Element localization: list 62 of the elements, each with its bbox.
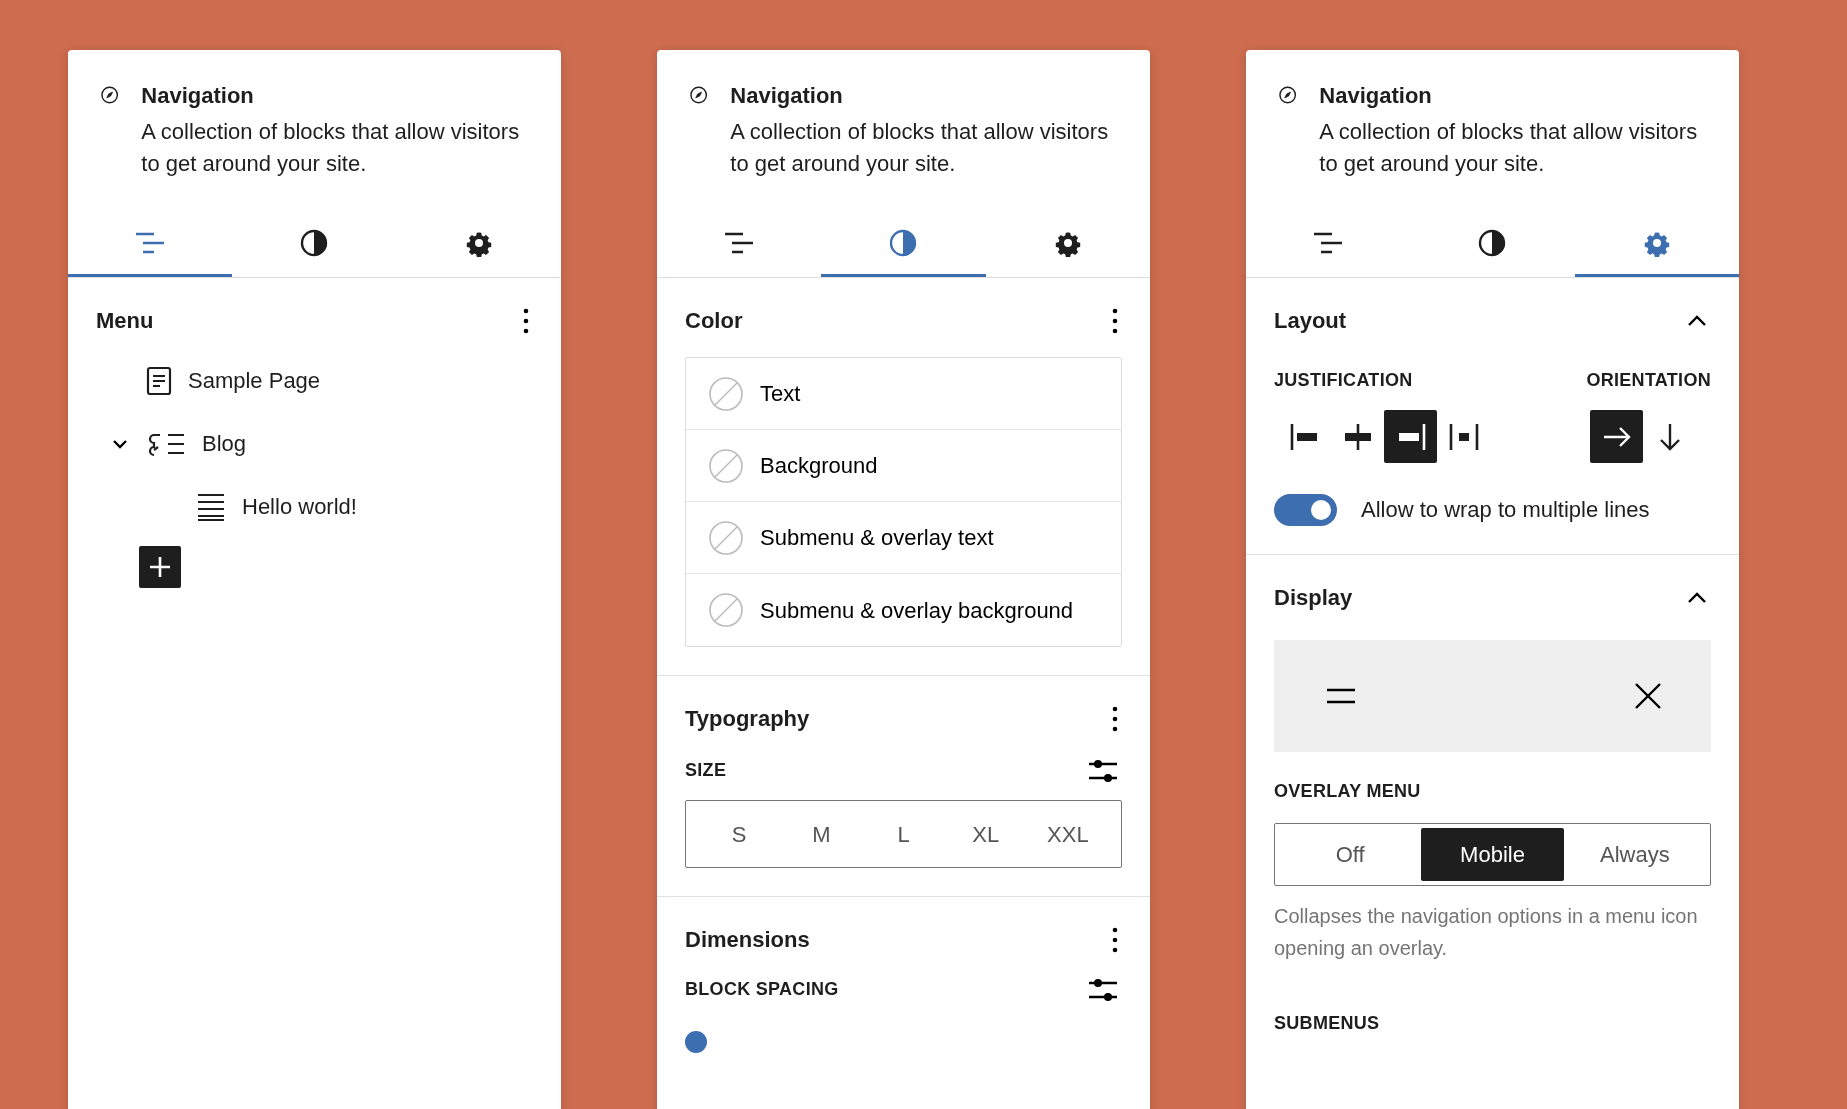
section-title: Color: [685, 307, 743, 335]
toggle-switch[interactable]: [1274, 493, 1337, 526]
field-label: BLOCK SPACING: [685, 978, 839, 1001]
plus-icon: [148, 555, 172, 579]
close-icon: [1634, 682, 1662, 710]
field-label: SIZE: [685, 759, 727, 782]
size-option[interactable]: L: [862, 801, 945, 867]
more-options-icon: [1112, 306, 1118, 335]
segment-option[interactable]: Always: [1563, 828, 1706, 881]
orientation-button[interactable]: [1590, 410, 1644, 463]
no-color-swatch-icon: [708, 375, 744, 412]
sliders-icon: [1088, 976, 1118, 1003]
block-description: A collection of blocks that allow visitors to get around your site.: [141, 118, 521, 178]
more-options-icon: [1112, 925, 1118, 954]
sliders-icon: [1088, 757, 1118, 784]
section-title: Typography: [685, 705, 810, 733]
block-title: Navigation: [1319, 82, 1433, 110]
justification-button[interactable]: [1384, 410, 1437, 463]
color-option[interactable]: Submenu & overlay text: [686, 502, 1121, 574]
more-options-icon: [1112, 704, 1118, 733]
size-option[interactable]: XL: [944, 801, 1027, 867]
block-description: A collection of blocks that allow visitors to get around your site.: [1319, 118, 1699, 178]
chevron-up-icon: [1687, 314, 1707, 327]
chevron-up-icon: [1687, 591, 1707, 604]
section-title: Layout: [1274, 307, 1347, 335]
block-title: Navigation: [141, 82, 255, 110]
field-label: SUBMENUS: [1274, 1012, 1381, 1035]
chevron-down-icon: [112, 438, 128, 449]
segment-option[interactable]: Off: [1279, 828, 1422, 881]
more-options-icon: [523, 306, 529, 335]
section-title: Menu: [96, 307, 154, 335]
menu-item-label[interactable]: Blog: [202, 427, 247, 460]
justify-space-between-icon: [1447, 421, 1480, 452]
add-block-button[interactable]: [139, 546, 181, 588]
menu-item-label[interactable]: Sample Page: [188, 364, 321, 397]
field-label: JUSTIFICATION: [1274, 369, 1414, 392]
menu-icon: [1326, 687, 1356, 705]
no-color-swatch-icon: [708, 519, 744, 556]
half-circle-icon: [1477, 228, 1508, 258]
size-option[interactable]: S: [698, 801, 781, 867]
half-circle-icon: [299, 228, 330, 258]
size-option[interactable]: XXL: [1026, 801, 1109, 867]
segment-option[interactable]: Mobile: [1421, 828, 1564, 881]
color-option[interactable]: Text: [686, 358, 1121, 430]
section-title: Display: [1274, 584, 1353, 612]
field-label: ORIENTATION: [1586, 369, 1711, 392]
slider-handle[interactable]: [685, 1031, 707, 1053]
section-title: Dimensions: [685, 926, 810, 954]
page-icon: [146, 365, 172, 396]
no-color-swatch-icon: [708, 447, 744, 484]
field-label: OVERLAY MENU: [1274, 780, 1422, 803]
text-lines-icon: [196, 491, 226, 522]
half-circle-icon: [888, 228, 919, 258]
menu-item-label[interactable]: Hello world!: [242, 490, 357, 523]
color-option[interactable]: Submenu & overlay background: [686, 574, 1121, 646]
color-option[interactable]: Background: [686, 430, 1121, 502]
toggle-label: Allow to wrap to multiple lines: [1361, 496, 1650, 524]
help-text: Collapses the navigation options in a menu icon opening an overlay.: [1274, 904, 1699, 961]
no-color-swatch-icon: [708, 592, 744, 628]
block-title: Navigation: [730, 82, 844, 110]
size-option[interactable]: M: [780, 801, 863, 867]
block-description: A collection of blocks that allow visitors to get around your site.: [730, 118, 1110, 178]
